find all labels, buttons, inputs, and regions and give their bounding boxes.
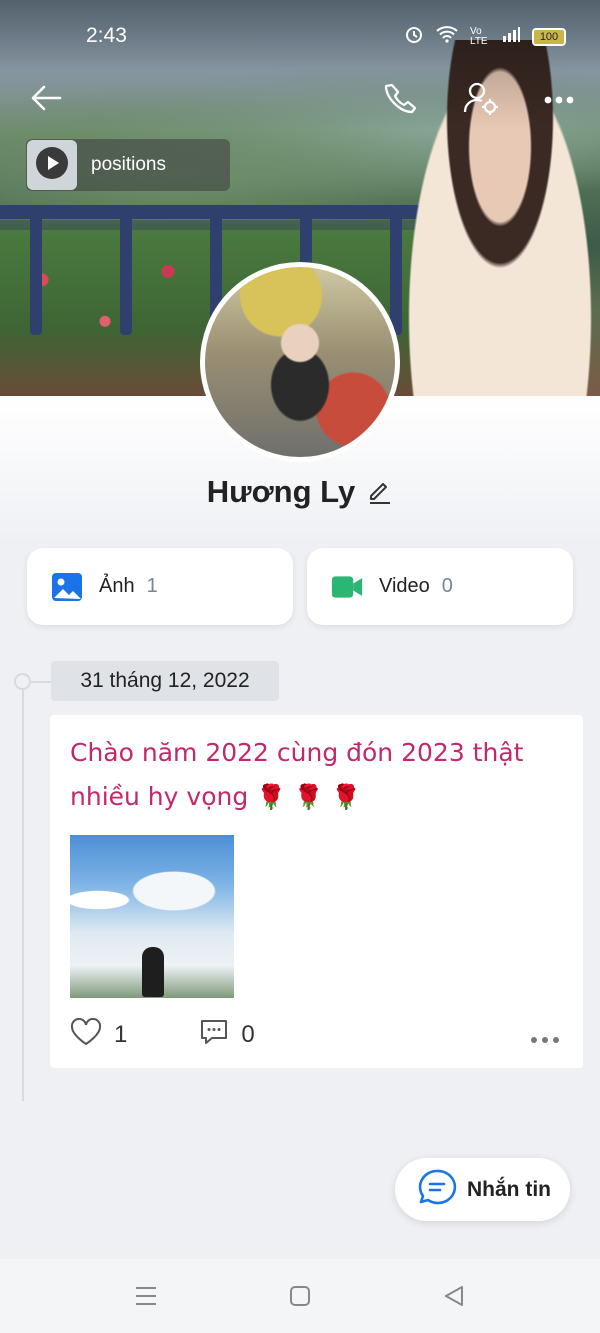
message-button[interactable]: Nhắn tin [395, 1158, 570, 1221]
videos-count: 0 [441, 575, 453, 597]
message-label: Nhắn tin [467, 1177, 551, 1201]
photos-card[interactable]: Ảnh 1 [27, 548, 293, 625]
photo-figure [142, 947, 164, 997]
photos-label: Ảnh [99, 575, 135, 597]
alarm-icon [404, 24, 424, 49]
network-type-label: Vo LTE [470, 25, 488, 47]
timeline-date: 31 tháng 12, 2022 [51, 661, 279, 701]
post-actions: 1 0 [70, 1015, 560, 1055]
timeline-line [22, 681, 24, 1101]
profile-name: Hương Ly [206, 474, 356, 509]
post-photo[interactable] [70, 835, 234, 998]
chat-bubble-icon [417, 1168, 457, 1211]
profile-settings-button[interactable] [459, 78, 503, 122]
post-more-icon[interactable] [530, 1020, 560, 1051]
more-icon [544, 91, 574, 109]
profile-name-row: Hương Ly [0, 474, 600, 510]
like-count: 1 [114, 1021, 128, 1048]
timeline-connector [31, 681, 51, 683]
photo-clouds [70, 855, 234, 945]
status-time: 2:43 [86, 24, 127, 47]
play-icon [35, 146, 69, 185]
photos-count: 1 [146, 575, 158, 597]
like-button[interactable]: 1 [70, 1017, 128, 1053]
timeline-post[interactable]: Chào năm 2022 cùng đón 2023 thật nhiều h… [50, 715, 583, 1068]
cover-railing-post [120, 205, 132, 335]
profile-music-chip[interactable]: positions [26, 139, 230, 191]
cover-railing-post [30, 205, 42, 335]
menu-icon[interactable] [128, 1278, 164, 1314]
status-icons: Vo LTE 100 [404, 24, 566, 49]
system-nav-bar [0, 1259, 600, 1333]
post-text: Chào năm 2022 cùng đón 2023 thật nhiều h… [70, 731, 570, 819]
more-options-button[interactable] [537, 78, 581, 122]
phone-icon [384, 81, 418, 120]
user-settings-icon [463, 80, 499, 121]
comment-count: 0 [241, 1021, 255, 1048]
videos-label: Video [379, 575, 430, 597]
music-thumbnail [27, 140, 77, 190]
back-arrow-icon [30, 84, 62, 117]
videos-card[interactable]: Video 0 [307, 548, 573, 625]
comment-button[interactable]: 0 [199, 1018, 255, 1053]
back-button[interactable] [24, 78, 68, 122]
edit-pencil-icon[interactable] [367, 479, 393, 505]
battery-indicator: 100 [532, 27, 566, 46]
status-bar: 2:43 Vo LTE 100 [0, 0, 600, 72]
music-title: positions [91, 154, 166, 175]
call-button[interactable] [379, 78, 423, 122]
rose-emojis: 🌹 🌹 🌹 [256, 783, 362, 811]
signal-icon [502, 26, 520, 47]
avatar[interactable] [200, 262, 400, 462]
wifi-icon [436, 25, 458, 48]
heart-icon [70, 1017, 102, 1053]
comment-icon [199, 1018, 229, 1053]
video-camera-icon [331, 571, 363, 603]
home-square-icon[interactable] [282, 1278, 318, 1314]
back-triangle-icon[interactable] [436, 1278, 472, 1314]
image-icon [51, 571, 83, 603]
timeline-dot [14, 673, 31, 690]
